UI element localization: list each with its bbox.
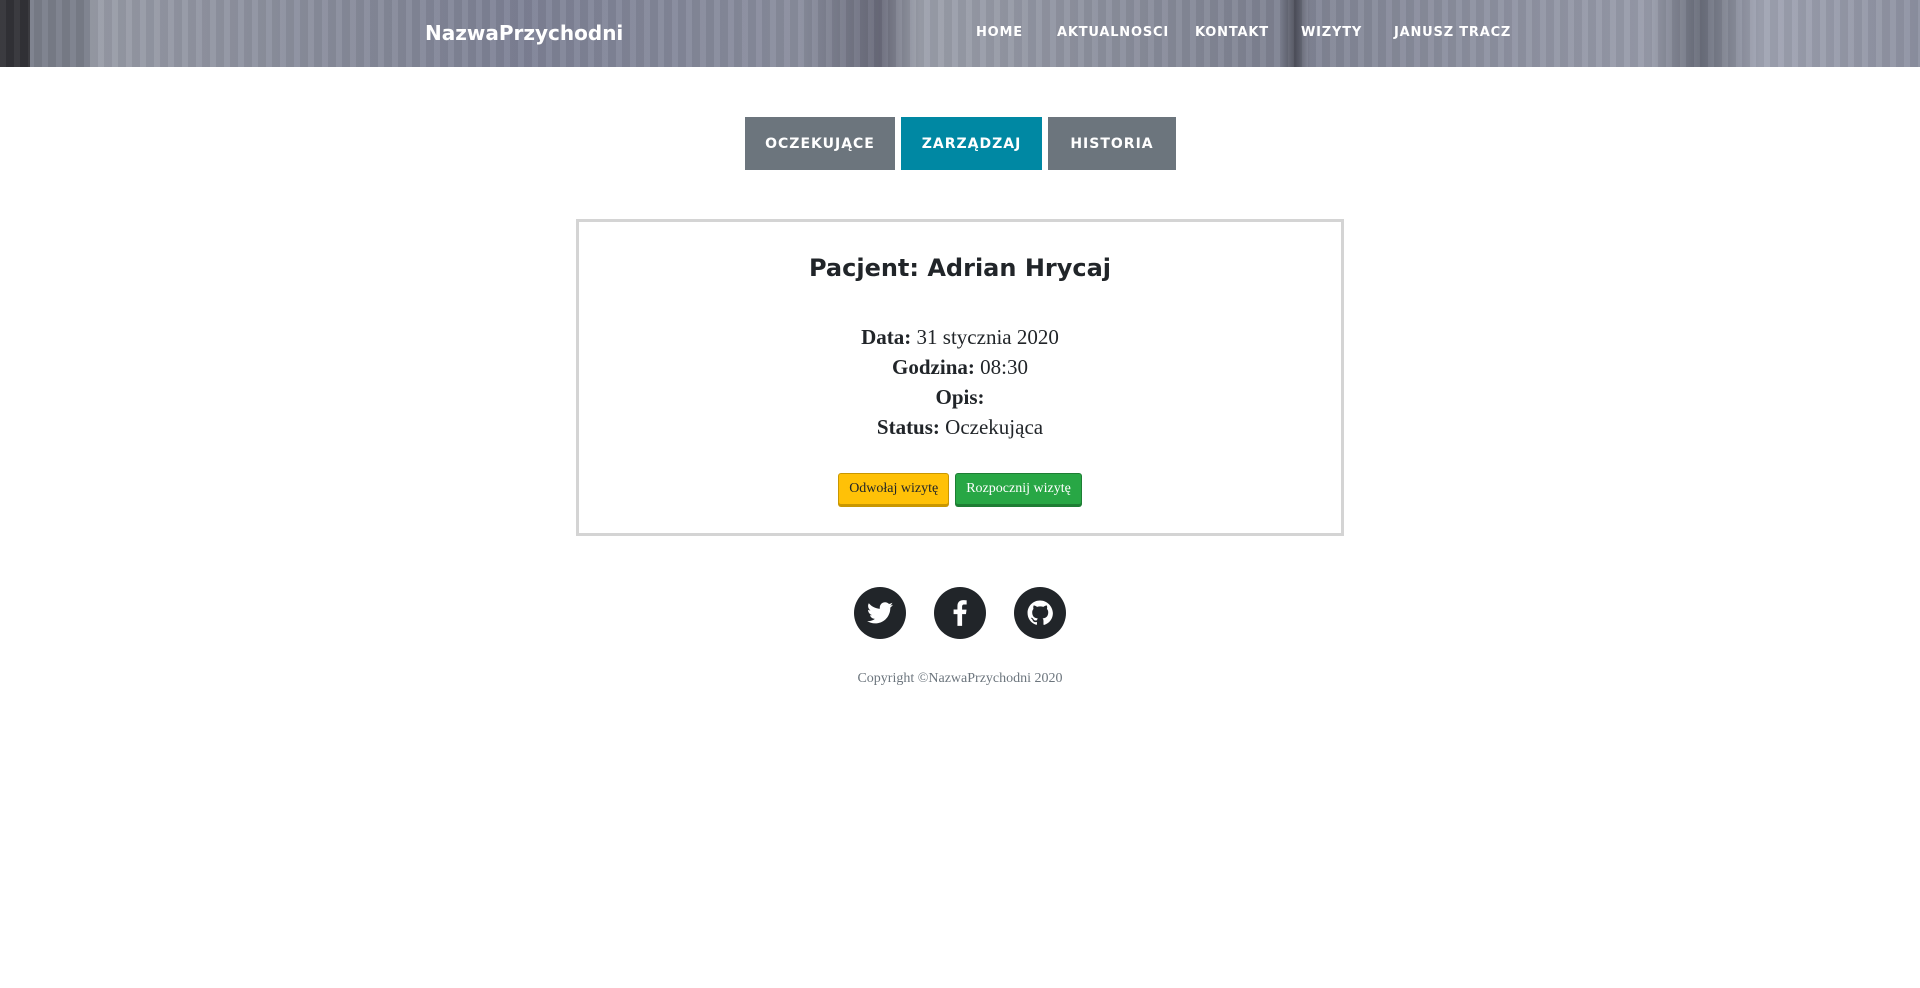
facebook-icon <box>953 600 967 626</box>
nav-link-aktualnosci[interactable]: AKTUALNOSCI <box>1057 25 1169 40</box>
visit-description-label: Opis: <box>935 385 985 409</box>
twitter-link[interactable] <box>854 587 906 639</box>
visit-details: Data: 31 stycznia 2020 Godzina: 08:30 Op… <box>579 322 1341 442</box>
cancel-visit-button[interactable]: Odwołaj wizytę <box>838 473 950 505</box>
visit-status-value: Oczekująca <box>945 415 1044 439</box>
nav-link-user-account[interactable]: JANUSZ TRACZ <box>1394 25 1511 40</box>
start-visit-button[interactable]: Rozpocznij wizytę <box>955 473 1082 505</box>
patient-heading: Pacjent: Adrian Hrycaj <box>579 254 1341 282</box>
tab-pending[interactable]: OCZEKUJĄCE <box>745 117 895 170</box>
visit-card: Pacjent: Adrian Hrycaj Data: 31 stycznia… <box>576 219 1344 536</box>
visit-time-value: 08:30 <box>980 355 1028 379</box>
footer-copyright: Copyright ©NazwaPrzychodni 2020 <box>857 671 1063 686</box>
social-links <box>854 587 1066 639</box>
visit-date-label: Data: <box>861 325 912 349</box>
visit-time-row: Godzina: 08:30 <box>579 352 1341 382</box>
facebook-link[interactable] <box>934 587 986 639</box>
navbar: NazwaPrzychodni HOME AKTUALNOSCI KONTAKT… <box>0 0 1920 67</box>
visit-date-value: 31 stycznia 2020 <box>916 325 1059 349</box>
visit-status-label: Status: <box>876 415 940 439</box>
nav-link-home[interactable]: HOME <box>976 25 1023 40</box>
github-icon <box>1027 600 1053 625</box>
tab-history[interactable]: HISTORIA <box>1048 117 1176 170</box>
nav-link-wizyty[interactable]: WIZYTY <box>1301 25 1362 40</box>
visit-time-label: Godzina: <box>892 355 975 379</box>
nav-link-kontakt[interactable]: KONTAKT <box>1195 25 1269 40</box>
patient-name: Adrian Hrycaj <box>927 254 1112 282</box>
patient-label: Pacjent: <box>808 254 919 282</box>
github-link[interactable] <box>1014 587 1066 639</box>
visit-date-row: Data: 31 stycznia 2020 <box>579 322 1341 352</box>
tab-manage[interactable]: ZARZĄDZAJ <box>901 117 1042 170</box>
twitter-icon <box>867 602 893 624</box>
visit-description-row: Opis: <box>579 382 1341 412</box>
nav-links: HOME AKTUALNOSCI KONTAKT WIZYTY JANUSZ T… <box>0 25 1920 45</box>
visit-status-row: Status: Oczekująca <box>579 412 1341 442</box>
visit-actions: Odwołaj wizytę Rozpocznij wizytę <box>579 473 1341 505</box>
